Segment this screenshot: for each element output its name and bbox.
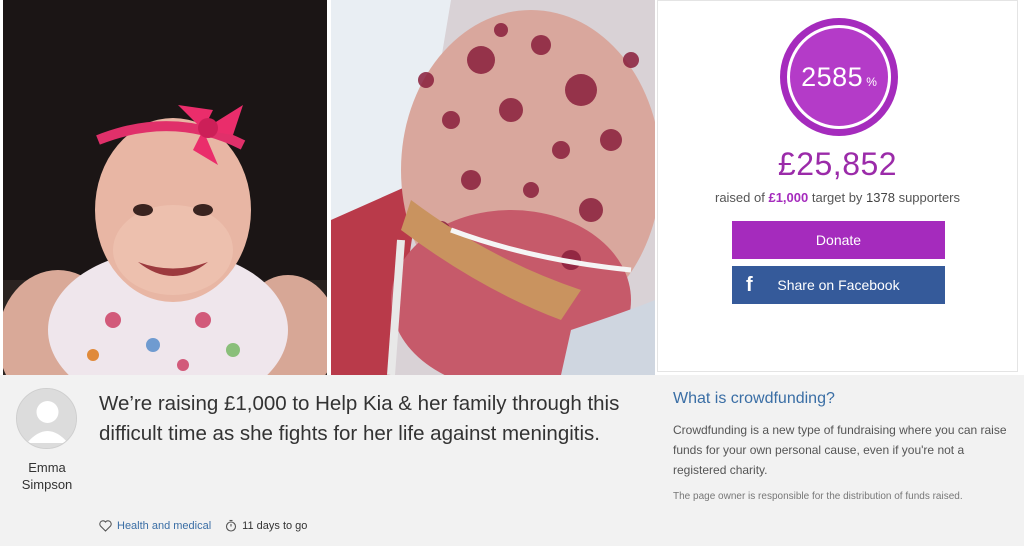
raised-amount: £25,852 xyxy=(777,146,898,182)
raised-target: £1,000 xyxy=(768,190,809,205)
raised-summary: raised of £1,000 target by 1378 supporte… xyxy=(658,190,1017,205)
campaign-page: 2585 % £25,852 raised of £1,000 target b… xyxy=(0,0,1024,546)
donation-panel: 2585 % £25,852 raised of £1,000 target b… xyxy=(657,0,1018,372)
hero-section: 2585 % £25,852 raised of £1,000 target b… xyxy=(0,0,1024,375)
progress-percent: 2585 xyxy=(801,61,864,92)
stopwatch-icon xyxy=(225,519,237,532)
owner-name[interactable]: Emma Simpson xyxy=(8,459,86,493)
donate-button[interactable]: Donate xyxy=(732,221,945,259)
owner-avatar[interactable] xyxy=(16,388,77,449)
facebook-icon: f xyxy=(746,274,753,296)
category-link[interactable]: Health and medical xyxy=(117,520,211,532)
time-left: 11 days to go xyxy=(242,519,308,532)
crowdfunding-info-body: Crowdfunding is a new type of fundraisin… xyxy=(673,423,1007,477)
raised-middle: target by xyxy=(808,190,867,205)
progress-circle-inner: 2585 % xyxy=(787,25,891,129)
raised-suffix: supporters xyxy=(894,190,961,205)
crowdfunding-info-title[interactable]: What is crowdfunding? xyxy=(673,390,835,408)
campaign-photo-baby[interactable] xyxy=(3,0,327,375)
share-facebook-button[interactable]: f Share on Facebook xyxy=(732,266,945,304)
share-facebook-label: Share on Facebook xyxy=(777,277,900,293)
progress-percent-sign: % xyxy=(866,75,877,89)
campaign-photo-hospital[interactable] xyxy=(331,0,655,375)
supporter-count: 1378 xyxy=(866,190,895,205)
progress-circle: 2585 % xyxy=(780,18,898,136)
raised-prefix: raised of xyxy=(714,190,769,205)
owner-responsibility-note: The page owner is responsible for the di… xyxy=(673,491,963,502)
campaign-meta: Health and medical 11 days to go xyxy=(99,519,307,532)
campaign-headline: We’re raising £1,000 to Help Kia & her f… xyxy=(99,392,620,445)
heart-icon xyxy=(99,519,112,532)
